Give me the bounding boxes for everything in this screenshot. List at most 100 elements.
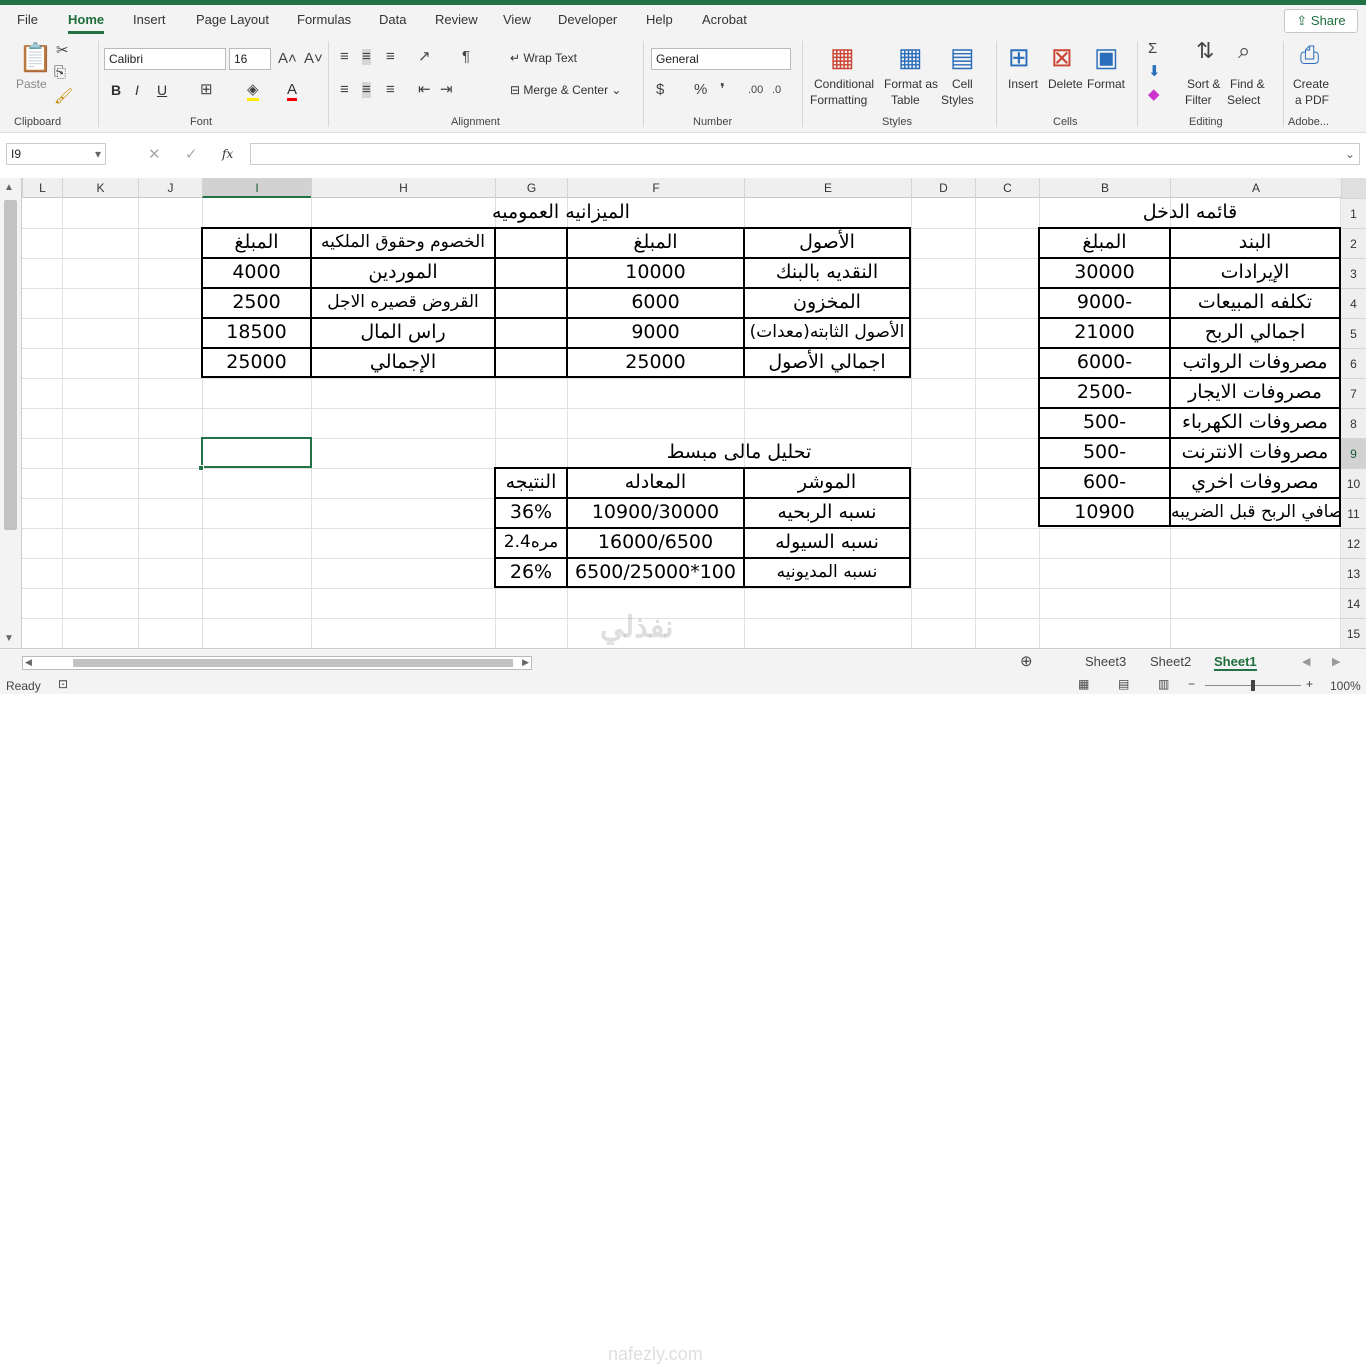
table-cell[interactable]: الموردين xyxy=(312,258,494,288)
table-cell[interactable]: 26% xyxy=(496,558,566,588)
table-cell[interactable]: 6500/25000*100 xyxy=(568,558,743,588)
fill-handle[interactable] xyxy=(198,465,204,471)
zoom-in-icon[interactable]: + xyxy=(1306,677,1313,691)
column-header[interactable]: G xyxy=(495,178,567,198)
fill-icon[interactable]: ⬇ xyxy=(1148,64,1161,80)
table-cell[interactable]: 2500 xyxy=(203,288,310,318)
column-header[interactable]: D xyxy=(911,178,975,198)
table-cell[interactable]: الإيرادات xyxy=(1171,258,1339,288)
macro-record-icon[interactable]: ⊡ xyxy=(58,677,68,691)
column-header[interactable]: B xyxy=(1039,178,1170,198)
row-header[interactable]: 15 xyxy=(1341,618,1366,648)
table-cell[interactable] xyxy=(496,348,566,378)
table-cell[interactable]: الأصول الثابته(معدات) xyxy=(745,318,909,348)
table-cell[interactable]: 10900/30000 xyxy=(568,498,743,528)
format-cells-label[interactable]: Format xyxy=(1087,77,1125,91)
paste-icon[interactable]: 📋 xyxy=(18,43,53,73)
sheet-tab-sheet1[interactable]: Sheet1 xyxy=(1214,654,1257,671)
bold-button[interactable]: B xyxy=(111,82,121,98)
column-header[interactable]: J xyxy=(138,178,202,198)
column-header[interactable]: L xyxy=(22,178,62,198)
cell-styles-icon[interactable]: ▤ xyxy=(950,43,975,71)
percent-icon[interactable]: % xyxy=(694,82,707,98)
merge-center-button[interactable]: ⊟ Merge & Center ⌄ xyxy=(510,83,621,97)
tab-home[interactable]: Home xyxy=(68,12,105,34)
table-header-cell[interactable]: المعادله xyxy=(568,468,743,498)
insert-function-button[interactable]: fx xyxy=(222,147,233,161)
font-size-select[interactable]: 16 xyxy=(229,48,271,70)
page-layout-view-icon[interactable]: ▤ xyxy=(1118,677,1129,691)
format-as-table-label-2[interactable]: Table xyxy=(891,93,920,107)
column-header[interactable]: K xyxy=(62,178,138,198)
create-pdf-label-2[interactable]: a PDF xyxy=(1295,93,1329,107)
tab-data[interactable]: Data xyxy=(379,12,406,27)
table-cell[interactable]: مصروفات الانترنت xyxy=(1171,438,1339,468)
conditional-formatting-label-2[interactable]: Formatting xyxy=(810,93,867,107)
zoom-slider-thumb[interactable] xyxy=(1251,680,1255,691)
table-cell[interactable]: 16000/6500 xyxy=(568,528,743,558)
grow-font-icon[interactable]: A˄ xyxy=(278,51,297,67)
table-cell[interactable]: 10000 xyxy=(568,258,743,288)
format-painter-icon[interactable]: 🖌 xyxy=(54,89,73,105)
table-cell[interactable]: 4000 xyxy=(203,258,310,288)
table-cell[interactable]: اجمالي الأصول xyxy=(745,348,909,378)
tab-file[interactable]: File xyxy=(17,12,38,27)
active-cell-selection[interactable] xyxy=(201,437,312,468)
table-cell[interactable]: القروض قصيره الاجل xyxy=(312,288,494,318)
table-cell[interactable]: اجمالي الربح xyxy=(1171,318,1339,348)
horizontal-scroll-thumb[interactable] xyxy=(73,659,513,667)
select-all-corner[interactable] xyxy=(1341,178,1366,198)
conditional-formatting-icon[interactable]: ▦ xyxy=(830,43,855,71)
format-as-table-label-1[interactable]: Format as xyxy=(884,77,938,91)
sort-filter-label-1[interactable]: Sort & xyxy=(1187,77,1220,91)
table-cell[interactable]: 600- xyxy=(1040,468,1169,498)
table-cell[interactable]: مصروفات اخري xyxy=(1171,468,1339,498)
number-format-select[interactable]: General xyxy=(651,48,791,70)
table-cell[interactable]: مصروفات الكهرباء xyxy=(1171,408,1339,438)
table-header-cell[interactable]: المبلغ xyxy=(568,228,743,258)
tab-acrobat[interactable]: Acrobat xyxy=(702,12,747,27)
tab-help[interactable]: Help xyxy=(646,12,673,27)
scroll-down-icon[interactable]: ▼ xyxy=(4,633,14,644)
wrap-text-button[interactable]: ↵ Wrap Text xyxy=(510,51,577,65)
find-select-icon[interactable]: ⌕ xyxy=(1238,40,1250,62)
fill-color-icon[interactable]: ◈ xyxy=(247,82,259,101)
sheet-tab-sheet2[interactable]: Sheet2 xyxy=(1150,654,1191,669)
expand-formula-icon[interactable]: ⌄ xyxy=(1345,147,1355,161)
zoom-level[interactable]: 100% xyxy=(1330,679,1361,693)
table-cell[interactable] xyxy=(496,258,566,288)
table-cell[interactable]: نسبه المديونيه xyxy=(745,558,909,588)
align-bottom-icon[interactable]: ≡ xyxy=(386,49,395,65)
column-header[interactable]: H xyxy=(311,178,495,198)
format-cells-icon[interactable]: ▣ xyxy=(1094,43,1119,71)
scrollbar-thumb[interactable] xyxy=(4,200,17,530)
column-header[interactable]: C xyxy=(975,178,1039,198)
create-pdf-icon[interactable]: ⎙ xyxy=(1300,43,1319,69)
table-cell[interactable]: 25000 xyxy=(568,348,743,378)
align-center-icon[interactable]: ≡ xyxy=(362,82,371,98)
conditional-formatting-label-1[interactable]: Conditional xyxy=(814,77,874,91)
name-box-dropdown-icon[interactable]: ▾ xyxy=(95,147,101,161)
row-header[interactable]: 11 xyxy=(1341,498,1366,528)
align-top-icon[interactable]: ≡ xyxy=(340,49,349,65)
table-cell[interactable]: مصروفات الرواتب xyxy=(1171,348,1339,378)
table-header-cell[interactable]: النتيجه xyxy=(496,468,566,498)
tab-page-layout[interactable]: Page Layout xyxy=(196,12,269,27)
name-box[interactable]: I9 ▾ xyxy=(6,143,106,165)
insert-cells-label[interactable]: Insert xyxy=(1008,77,1038,91)
row-header[interactable]: 10 xyxy=(1341,468,1366,498)
format-as-table-icon[interactable]: ▦ xyxy=(898,43,923,71)
table-cell[interactable]: 36% xyxy=(496,498,566,528)
formula-input[interactable]: ⌄ xyxy=(250,143,1360,165)
tab-insert[interactable]: Insert xyxy=(133,12,166,27)
vertical-scrollbar[interactable]: ▲ ▼ xyxy=(0,178,22,648)
cell-styles-label-2[interactable]: Styles xyxy=(941,93,974,107)
paste-label[interactable]: Paste xyxy=(16,77,47,91)
borders-icon[interactable]: ⊞ xyxy=(200,82,213,98)
table-cell[interactable]: 2.4مره xyxy=(496,528,566,558)
insert-cells-icon[interactable]: ⊞ xyxy=(1008,43,1030,71)
table-header-cell[interactable]: الأصول xyxy=(745,228,909,258)
next-sheet-icon[interactable]: ▶ xyxy=(1332,654,1340,670)
underline-button[interactable]: U xyxy=(157,82,167,98)
table-cell[interactable]: 10900 xyxy=(1040,498,1169,528)
